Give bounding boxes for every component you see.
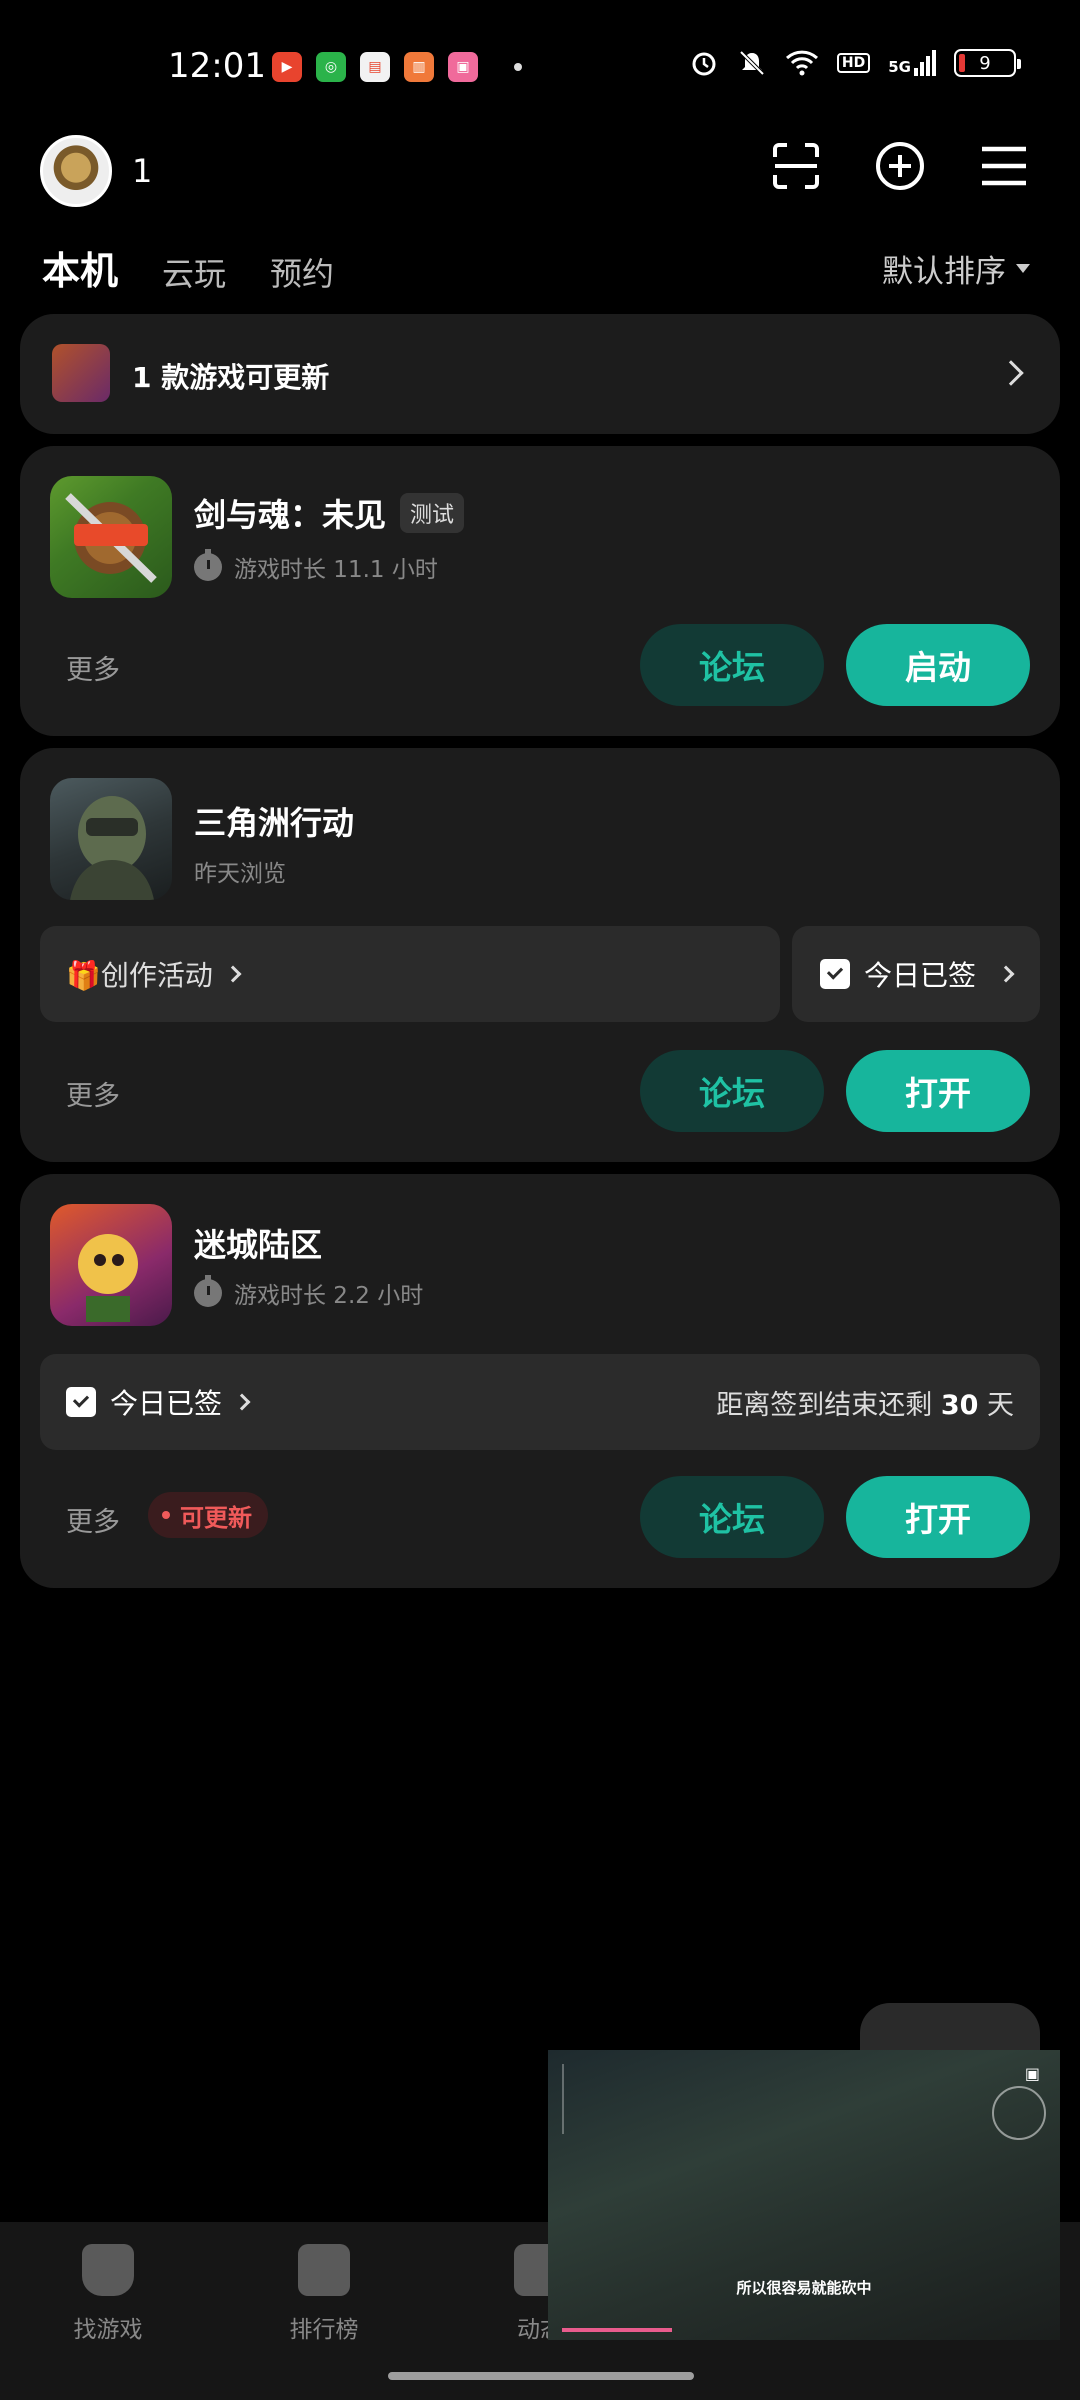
chevron-right-icon <box>224 965 242 983</box>
bilibili-logo: ▣ <box>1024 2064 1040 2083</box>
battery-level: 9 <box>979 52 991 74</box>
game-subtitle: 昨天浏览 <box>194 854 286 888</box>
home-indicator[interactable] <box>388 2372 694 2380</box>
add-icon[interactable] <box>874 140 926 192</box>
tab-local[interactable]: 本机 <box>37 240 123 295</box>
game-title: 剑与魂：未见 测试 <box>194 490 465 536</box>
countdown-prefix: 距离签到结束还剩 <box>716 1389 941 1421</box>
signin-label: 今日已签 <box>864 959 977 992</box>
game-card-1: 剑与魂：未见 测试 游戏时长 11.1 小时 更多 论坛 启动 <box>20 446 1060 736</box>
play-time: 游戏时长 11.1 小时 <box>234 557 438 583</box>
update-banner[interactable]: 1 款游戏可更新 <box>20 314 1060 434</box>
signin-label: 今日已签 <box>110 1387 223 1420</box>
update-banner-label: 1 款游戏可更新 <box>132 361 330 394</box>
pip-video-player[interactable]: ▣ 所以很容易就能砍中 <box>548 2050 1060 2340</box>
game-title: 迷城陆区 <box>194 1220 322 1266</box>
status-bar: 12:01 ▶ ◎ ▤ ▥ ▣ HD 5G 9 <box>0 0 1080 136</box>
pip-minimap <box>992 2086 1046 2140</box>
sort-label: 默认排序 <box>882 254 1006 290</box>
header-actions <box>770 140 1030 192</box>
gamepad-icon <box>82 2244 134 2296</box>
stopwatch-icon <box>194 549 222 581</box>
more-button[interactable]: 更多 <box>66 648 120 687</box>
tab-bar: 本机 云玩 预约 <box>37 240 334 295</box>
pip-game-hud <box>562 2064 642 2134</box>
test-badge: 测试 <box>400 493 465 533</box>
chevron-right-icon <box>233 1393 251 1411</box>
game-subtitle: 游戏时长 2.2 小时 <box>194 1275 424 1310</box>
more-button[interactable]: 更多 <box>66 1074 120 1113</box>
video-app-icon: ▶ <box>272 52 302 82</box>
system-icons: HD 5G 9 <box>689 48 1021 78</box>
tab-reserve[interactable]: 预约 <box>270 249 334 295</box>
bilibili-app-icon: ▣ <box>448 52 478 82</box>
calendar-check-icon <box>820 959 850 989</box>
forum-button[interactable]: 论坛 <box>640 624 824 706</box>
user-name[interactable]: 1 <box>132 152 152 190</box>
red-dot-icon <box>162 1511 170 1519</box>
battery-icon: 9 <box>954 49 1021 77</box>
signin-row[interactable]: 今日已签 <box>792 926 1040 1022</box>
signin-countdown: 距离签到结束还剩 30 天 <box>716 1383 1014 1422</box>
signin-row[interactable]: 今日已签 距离签到结束还剩 30 天 <box>40 1354 1040 1450</box>
game-card-3: 迷城陆区 游戏时长 2.2 小时 今日已签 距离签到结束还剩 30 天 更多 可… <box>20 1174 1060 1588</box>
nav-label: 找游戏 <box>73 2317 143 2343</box>
game-name: 三角洲行动 <box>194 804 355 842</box>
update-available-badge[interactable]: 可更新 <box>148 1492 268 1538</box>
alarm-icon <box>692 52 716 76</box>
nav-label: 排行榜 <box>289 2317 359 2343</box>
avatar[interactable] <box>40 135 112 207</box>
update-badge-label: 可更新 <box>180 1503 252 1532</box>
scan-icon[interactable] <box>770 140 822 192</box>
signal-icon: 5G <box>888 50 936 76</box>
nav-find-games[interactable]: 找游戏 <box>38 2244 178 2344</box>
stopwatch-icon <box>194 1275 222 1307</box>
game-icon[interactable] <box>50 476 172 598</box>
open-button[interactable]: 打开 <box>846 1476 1030 1558</box>
pip-subtitle: 所以很容易就能砍中 <box>736 2279 872 2297</box>
menu-icon[interactable] <box>978 140 1030 192</box>
wifi-icon <box>785 50 818 76</box>
game-thumbnail-icon <box>52 344 110 402</box>
pip-progress-bar[interactable] <box>562 2328 672 2332</box>
game-card-2: 三角洲行动 昨天浏览 🎁创作活动 今日已签 更多 论坛 打开 <box>20 748 1060 1162</box>
countdown-suffix: 天 <box>978 1389 1014 1421</box>
mute-icon <box>739 50 765 76</box>
tab-cloud[interactable]: 云玩 <box>162 249 226 295</box>
circle-app-icon: ◎ <box>316 52 346 82</box>
game-icon[interactable] <box>50 1204 172 1326</box>
last-visited: 昨天浏览 <box>194 861 286 887</box>
game-name: 迷城陆区 <box>194 1226 323 1264</box>
notification-icons: ▶ ◎ ▤ ▥ ▣ <box>272 52 522 82</box>
play-time: 游戏时长 2.2 小时 <box>234 1283 424 1309</box>
game-name: 剑与魂：未见 <box>194 496 387 534</box>
forum-button[interactable]: 论坛 <box>640 1050 824 1132</box>
game-subtitle: 游戏时长 11.1 小时 <box>194 549 438 584</box>
caret-down-icon <box>1016 264 1030 273</box>
launch-button[interactable]: 启动 <box>846 624 1030 706</box>
forum-button[interactable]: 论坛 <box>640 1476 824 1558</box>
game-icon[interactable] <box>50 778 172 900</box>
chevron-right-icon <box>997 965 1015 983</box>
countdown-days: 30 <box>940 1389 979 1421</box>
wallet-app-icon: ▤ <box>360 52 390 82</box>
sort-dropdown[interactable]: 默认排序 <box>882 246 1030 291</box>
open-button[interactable]: 打开 <box>846 1050 1030 1132</box>
network-type: 5G <box>888 58 911 76</box>
more-button[interactable]: 更多 <box>66 1500 120 1539</box>
signal-bars-icon <box>914 50 936 76</box>
status-time: 12:01 <box>168 46 266 86</box>
creation-activity-row[interactable]: 🎁创作活动 <box>40 926 780 1022</box>
nav-rankings[interactable]: 排行榜 <box>254 2244 394 2344</box>
more-notifications-icon <box>514 63 522 71</box>
podium-icon <box>298 2244 350 2296</box>
calendar-check-icon <box>66 1387 96 1417</box>
activity-label: 🎁创作活动 <box>66 959 213 992</box>
hd-badge: HD <box>836 53 871 73</box>
game-title: 三角洲行动 <box>194 798 354 844</box>
book-app-icon: ▥ <box>404 52 434 82</box>
chevron-right-icon <box>998 360 1024 386</box>
